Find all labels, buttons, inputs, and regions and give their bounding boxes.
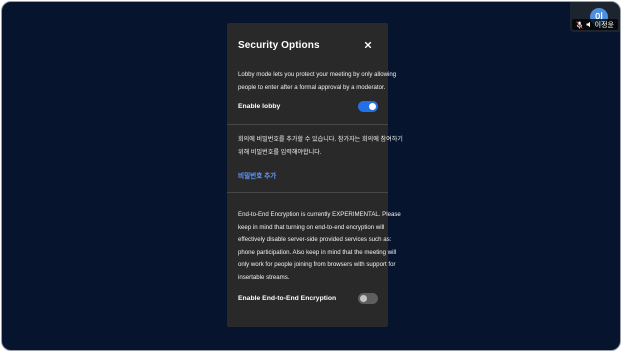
e2ee-toggle-label: Enable End-to-End Encryption [238,295,337,302]
lobby-description: Lobby mode lets you protect your meeting… [238,71,397,91]
section-divider [227,192,388,193]
security-options-dialog: Security Options Lobby mode lets you pro… [227,23,403,327]
password-description: 회의에 비밀번호를 추가할 수 있습니다. 참가자는 회의에 참여하기 위해 비… [238,136,403,156]
e2ee-description: End-to-End Encryption is currently EXPER… [238,211,401,281]
close-icon [363,40,373,50]
close-button[interactable] [363,40,373,50]
lobby-toggle[interactable] [358,101,378,112]
toggle-knob [360,295,367,302]
self-view-name: 이정윤 [594,21,614,29]
mic-muted-icon [575,20,583,29]
meeting-stage: 이 이정윤 Security Options Lobby mode lets y… [1,1,621,351]
self-view-thumbnail[interactable]: 이 이정윤 [570,2,620,32]
add-password-link[interactable]: 비밀번호 추가 [238,170,276,180]
self-view-status-bar: 이정윤 [571,19,618,30]
dialog-title: Security Options [238,40,320,51]
e2ee-toggle[interactable] [358,293,378,304]
section-divider [227,124,388,125]
toggle-knob [369,103,376,110]
audio-level-icon [586,21,592,28]
lobby-toggle-label: Enable lobby [238,103,281,110]
